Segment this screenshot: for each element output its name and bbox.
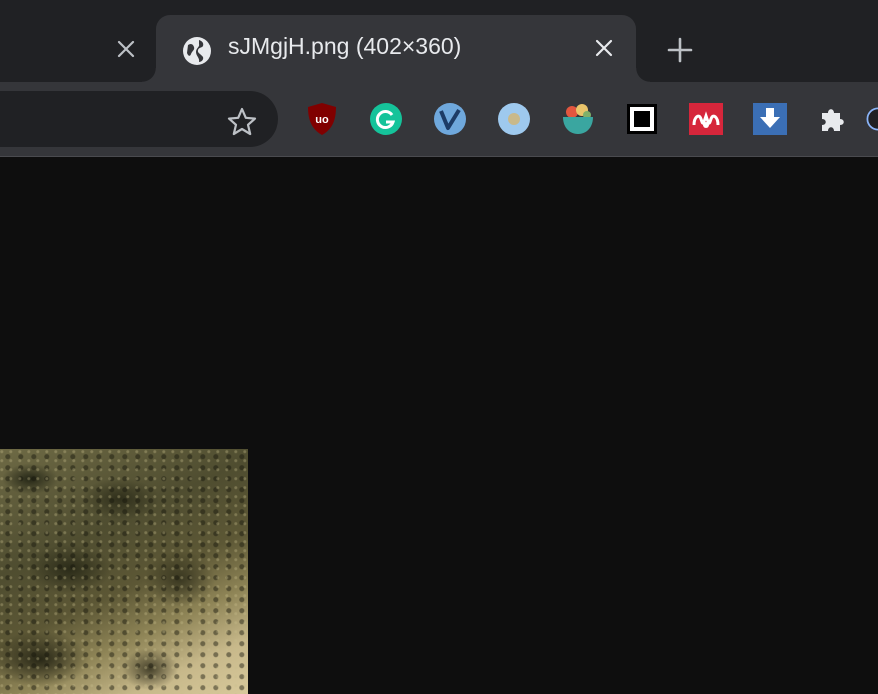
svg-text:uo: uo [315, 114, 329, 126]
ublock-icon[interactable]: uo [304, 101, 340, 137]
toolbar: uo [0, 82, 878, 156]
globe-icon [182, 36, 212, 66]
plus-icon[interactable] [662, 32, 698, 68]
bowl-icon[interactable] [560, 101, 596, 137]
grammarly-icon[interactable] [368, 101, 404, 137]
star-icon[interactable] [226, 106, 258, 138]
close-icon[interactable] [591, 35, 617, 61]
puzzle-icon[interactable] [816, 101, 852, 137]
square-icon[interactable] [624, 101, 660, 137]
image-viewer [0, 157, 878, 694]
tab-previous[interactable] [0, 16, 156, 82]
vimium-icon[interactable] [432, 101, 468, 137]
tab-title: sJMgjH.png (402×360) [228, 33, 462, 59]
download-icon[interactable] [752, 101, 788, 137]
tab-active[interactable]: sJMgjH.png (402×360) [142, 15, 650, 82]
mendeley-icon[interactable] [688, 101, 724, 137]
tab-strip: sJMgjH.png (402×360) [0, 0, 878, 82]
avatar[interactable] [866, 101, 878, 137]
landscape-photo[interactable] [0, 449, 248, 694]
close-icon[interactable] [113, 36, 139, 62]
circle-icon[interactable] [496, 101, 532, 137]
